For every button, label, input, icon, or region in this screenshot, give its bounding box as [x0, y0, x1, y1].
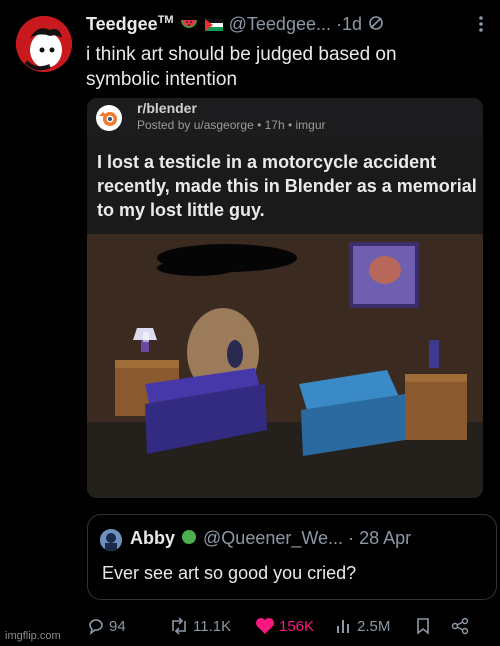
author-handle[interactable]: @Teedgee... — [229, 14, 331, 34]
quoted-author-handle[interactable]: @Queener_We... — [203, 528, 343, 548]
watermelon-icon — [180, 15, 198, 36]
retweet-count: 11.1K — [193, 617, 232, 635]
action-bar: 94 11.1K 156K 2.5M — [87, 617, 487, 641]
quoted-author-avatar[interactable] — [100, 529, 122, 551]
author-name[interactable]: Teedgee — [86, 14, 158, 34]
quoted-tweet[interactable]: Abby @Queener_We... · 28 Apr Ever see ar… — [87, 514, 497, 600]
retweet-icon — [172, 617, 186, 635]
author-avatar[interactable] — [16, 16, 72, 72]
quoted-tweet-date[interactable]: 28 Apr — [359, 528, 411, 548]
more-options-icon[interactable] — [478, 14, 484, 34]
subreddit-name: r/blender — [137, 100, 197, 116]
reddit-post-title: I lost a testicle in a motorcycle accide… — [97, 152, 477, 220]
tweet-text: i think art should be judged based on sy… — [86, 44, 397, 90]
heart-icon — [256, 618, 274, 634]
palestine-flag-icon — [204, 15, 223, 36]
blender-logo-icon — [95, 104, 123, 137]
retweet-button[interactable]: 11.1K — [169, 617, 231, 635]
reply-icon — [89, 619, 103, 635]
view-count: 2.5M — [357, 617, 391, 635]
blender-render-scene — [87, 234, 483, 498]
imgflip-watermark: imgflip.com — [5, 630, 61, 642]
share-button[interactable] — [451, 617, 469, 635]
like-count: 156K — [279, 617, 315, 635]
reply-button[interactable]: 94 — [87, 617, 126, 635]
share-icon — [451, 617, 469, 635]
media-image[interactable]: r/blender Posted by u/asgeorge • 17h • i… — [87, 98, 483, 498]
green-circle-icon — [181, 529, 197, 550]
views-button[interactable]: 2.5M — [335, 617, 390, 635]
bookmark-icon — [417, 618, 429, 635]
separator-dot: · — [348, 528, 355, 548]
reddit-header: r/blender Posted by u/asgeorge • 17h • i… — [87, 98, 483, 136]
bookmark-button[interactable] — [415, 617, 431, 635]
quoted-tweet-header: Abby @Queener_We... · 28 Apr — [130, 528, 411, 550]
like-button[interactable]: 156K — [255, 617, 314, 635]
quoted-author-name[interactable]: Abby — [130, 528, 175, 548]
tm-mark: TM — [157, 14, 174, 26]
quoted-tweet-text: Ever see art so good you cried? — [102, 563, 357, 583]
circle-slash-icon — [368, 15, 384, 36]
reply-count: 94 — [109, 617, 126, 635]
views-icon — [337, 620, 349, 633]
tweet-time[interactable]: 1d — [342, 14, 362, 34]
tweet-header: TeedgeeTM @Teedgee... ·1d — [86, 14, 486, 40]
posted-by: Posted by u/asgeorge • 17h • imgur — [137, 118, 326, 132]
